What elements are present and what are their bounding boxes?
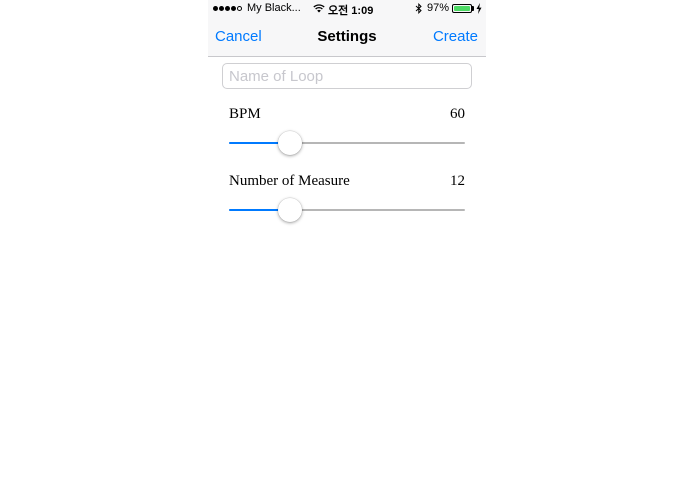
battery-tip <box>472 6 474 11</box>
bolt-icon <box>476 3 482 14</box>
slider-thumb[interactable] <box>278 198 303 222</box>
status-time: 오전 1:09 <box>328 5 374 17</box>
measures-value: 12 <box>450 173 465 189</box>
slider-thumb[interactable] <box>278 131 303 155</box>
app-screen: My Black... 오전 1:09 97% Cancel Settings … <box>208 0 486 494</box>
bpm-label: BPM <box>229 106 261 122</box>
carrier-name: My Black... <box>247 2 301 14</box>
bpm-value: 60 <box>450 106 465 122</box>
signal-dot <box>219 6 224 11</box>
battery-icon <box>452 4 472 13</box>
signal-dot <box>225 6 230 11</box>
signal-strength-icon <box>213 5 242 12</box>
signal-dot <box>231 6 236 11</box>
signal-dot <box>237 6 242 11</box>
measures-label: Number of Measure <box>229 173 350 189</box>
battery-percentage: 97% <box>427 2 450 14</box>
create-button[interactable]: Create <box>433 28 478 45</box>
top-bar: My Black... 오전 1:09 97% Cancel Settings … <box>208 0 486 57</box>
cancel-button[interactable]: Cancel <box>215 28 262 45</box>
bpm-slider[interactable] <box>229 129 465 157</box>
measures-slider[interactable] <box>229 196 465 224</box>
status-bar: My Black... 오전 1:09 97% <box>208 0 486 18</box>
battery-level-fill <box>454 6 470 11</box>
signal-dot <box>213 6 218 11</box>
loop-name-input[interactable] <box>222 63 472 89</box>
wifi-icon <box>313 4 325 13</box>
bluetooth-icon <box>415 3 422 14</box>
